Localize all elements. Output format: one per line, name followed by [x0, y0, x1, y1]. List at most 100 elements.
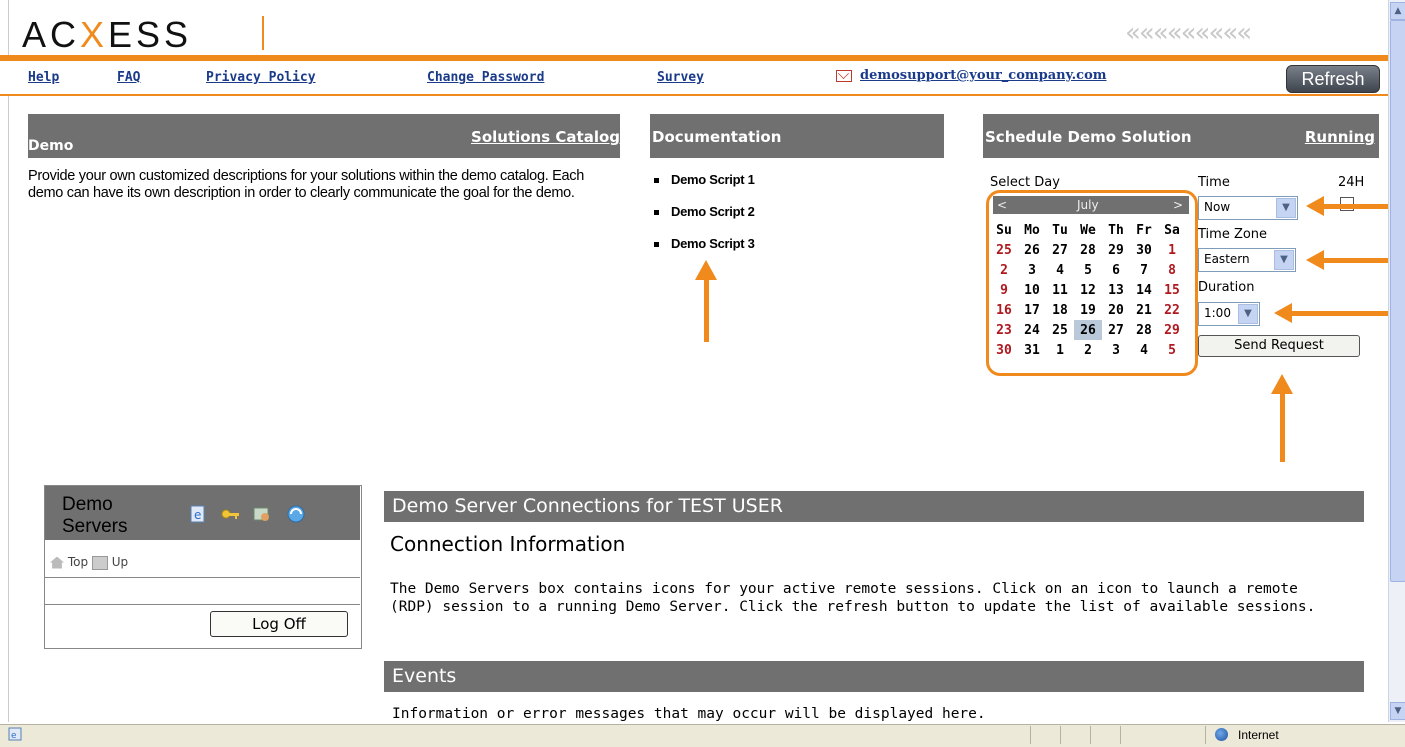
calendar-day[interactable]: 10	[1018, 280, 1046, 300]
annotation-arrow-left-icon	[1306, 196, 1388, 216]
calendar-day[interactable]: 23	[990, 320, 1018, 340]
scroll-down-icon[interactable]: ▼	[1390, 702, 1405, 720]
calendar-day[interactable]: 26	[1074, 320, 1102, 340]
calendar-day[interactable]: 5	[1158, 340, 1186, 360]
ie-icon[interactable]: e	[188, 504, 208, 524]
demo-script-2-link[interactable]: Demo Script 2	[654, 204, 755, 219]
status-bar	[0, 724, 1405, 747]
calendar-header: < July >	[993, 196, 1189, 214]
annotation-arrow-left-icon	[1306, 250, 1388, 270]
support-email-link[interactable]: demosupport@your_company.com	[860, 68, 1107, 83]
calendar-day[interactable]: 30	[1130, 240, 1158, 260]
running-link[interactable]: Running	[1305, 128, 1375, 146]
calendar-day[interactable]: 12	[1074, 280, 1102, 300]
survey-link[interactable]: Survey	[657, 70, 704, 85]
scroll-up-icon[interactable]: ▲	[1390, 2, 1405, 20]
calendar-day[interactable]: 5	[1074, 260, 1102, 280]
divider	[45, 577, 360, 578]
calendar-day[interactable]: 25	[1046, 320, 1074, 340]
calendar-day[interactable]: 1	[1158, 240, 1186, 260]
calendar-day[interactable]: 6	[1102, 260, 1130, 280]
demo-script-3-link[interactable]: Demo Script 3	[654, 236, 755, 251]
calendar-day[interactable]: 26	[1018, 240, 1046, 260]
calendar-days: 25 26 27 28 29 30 1 2 3 4 5 6 7 8 9 10 11 12 13 14 15 16 17 18 1…	[990, 240, 1186, 360]
faq-link[interactable]: FAQ	[117, 70, 140, 85]
calendar-week: 9 10 11 12 13 14 15	[990, 280, 1186, 300]
calendar-day[interactable]: 28	[1130, 320, 1158, 340]
calendar-day[interactable]: 4	[1046, 260, 1074, 280]
calendar-day[interactable]: 17	[1018, 300, 1046, 320]
time-zone-value: Eastern	[1204, 252, 1250, 266]
time-select[interactable]: Now ▼	[1198, 196, 1298, 220]
demo-description: Provide your own customized descriptions…	[28, 168, 585, 201]
calendar-day[interactable]: 27	[1102, 320, 1130, 340]
top-link[interactable]: Top	[68, 555, 88, 569]
calendar-day[interactable]: 4	[1130, 340, 1158, 360]
calendar-day[interactable]: 15	[1158, 280, 1186, 300]
calendar-day[interactable]: 16	[990, 300, 1018, 320]
calendar-day[interactable]: 20	[1102, 300, 1130, 320]
key-icon[interactable]	[220, 504, 240, 524]
calendar-day[interactable]: 29	[1102, 240, 1130, 260]
calendar-day[interactable]: 7	[1130, 260, 1158, 280]
chevron-down-icon: ▼	[1238, 304, 1258, 324]
annotation-arrow-left-icon	[1274, 303, 1388, 323]
connection-information-heading: Connection Information	[390, 532, 626, 556]
time-zone-select[interactable]: Eastern ▼	[1198, 248, 1296, 272]
calendar-day[interactable]: 31	[1018, 340, 1046, 360]
home-icon[interactable]	[50, 556, 64, 569]
calendar-day[interactable]: 21	[1130, 300, 1158, 320]
calendar-day[interactable]: 14	[1130, 280, 1158, 300]
annotation-arrow-up-icon	[1271, 374, 1293, 462]
calendar-day[interactable]: 25	[990, 240, 1018, 260]
annotation-arrow-up-icon	[695, 260, 717, 342]
calendar-day[interactable]: 18	[1046, 300, 1074, 320]
chevron-down-icon: ▼	[1276, 198, 1296, 218]
calendar-day[interactable]: 8	[1158, 260, 1186, 280]
calendar-day[interactable]: 13	[1102, 280, 1130, 300]
calendar-day[interactable]: 24	[1018, 320, 1046, 340]
vertical-scrollbar[interactable]: ▲ ▼	[1388, 0, 1405, 722]
tools-icon[interactable]	[252, 504, 272, 524]
demo-script-1-link[interactable]: Demo Script 1	[654, 172, 755, 187]
send-request-button[interactable]: Send Request	[1198, 335, 1360, 357]
documentation-header: Documentation	[650, 114, 944, 158]
folder-up-icon[interactable]	[91, 555, 108, 570]
calendar-day[interactable]: 28	[1074, 240, 1102, 260]
privacy-policy-link[interactable]: Privacy Policy	[206, 70, 316, 85]
schedule-title: Schedule Demo Solution	[985, 128, 1192, 146]
calendar-day[interactable]: 22	[1158, 300, 1186, 320]
up-link[interactable]: Up	[112, 555, 128, 569]
solutions-catalog-link[interactable]: Solutions Catalog	[471, 128, 620, 146]
calendar-day[interactable]: 1	[1046, 340, 1074, 360]
demo-servers-nav: Top Up	[50, 555, 128, 570]
calendar-day[interactable]: 3	[1102, 340, 1130, 360]
refresh-globe-icon[interactable]	[286, 504, 306, 524]
change-password-link[interactable]: Change Password	[427, 70, 544, 85]
status-divider	[1090, 726, 1091, 744]
calendar-weekday: Th	[1108, 222, 1124, 238]
calendar-day[interactable]: 27	[1046, 240, 1074, 260]
calendar-prev-button[interactable]: <	[997, 198, 1007, 212]
calendar-day[interactable]: 30	[990, 340, 1018, 360]
status-divider	[1030, 726, 1031, 744]
time-zone-label: Time Zone	[1198, 227, 1268, 242]
calendar-day[interactable]: 29	[1158, 320, 1186, 340]
calendar-day[interactable]: 2	[1074, 340, 1102, 360]
calendar-weekday-row: Su Mo Tu We Th Fr Sa	[990, 220, 1186, 240]
scroll-thumb[interactable]	[1390, 20, 1405, 582]
duration-select[interactable]: 1:00 ▼	[1198, 302, 1260, 326]
internet-zone-label: Internet	[1238, 728, 1279, 742]
window-left-edge	[0, 0, 9, 722]
events-title: Events	[392, 665, 457, 687]
calendar-month: July	[1077, 198, 1099, 212]
log-off-button[interactable]: Log Off	[210, 611, 348, 637]
calendar-day[interactable]: 11	[1046, 280, 1074, 300]
calendar-next-button[interactable]: >	[1173, 198, 1183, 212]
calendar-day[interactable]: 9	[990, 280, 1018, 300]
calendar-day[interactable]: 2	[990, 260, 1018, 280]
refresh-button[interactable]: Refresh	[1286, 65, 1380, 93]
help-link[interactable]: Help	[28, 70, 59, 85]
calendar-day[interactable]: 19	[1074, 300, 1102, 320]
calendar-day[interactable]: 3	[1018, 260, 1046, 280]
